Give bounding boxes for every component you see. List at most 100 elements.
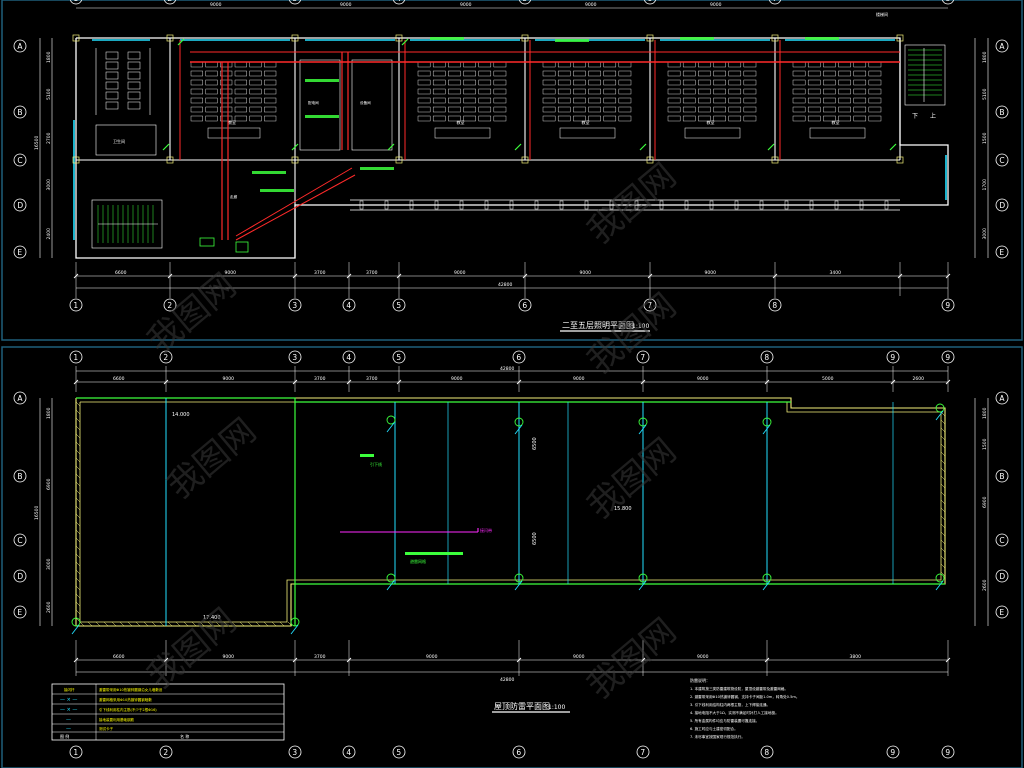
stair-note: 楼梯间 xyxy=(876,11,888,17)
desk xyxy=(868,97,882,104)
parapet-hatch xyxy=(75,585,81,591)
parapet-hatch xyxy=(940,539,946,545)
desk xyxy=(868,70,882,77)
podium xyxy=(809,127,866,139)
desk xyxy=(557,88,571,95)
desk xyxy=(807,97,821,104)
desk xyxy=(618,79,632,86)
top-axis-bubble-bottom-4-label: 5 xyxy=(396,301,401,310)
note-3: 3. 引下线利用结构柱内两根主筋，上下焊接连通。 xyxy=(690,702,770,707)
desk xyxy=(603,79,617,86)
desk xyxy=(478,97,492,104)
top-dim-total: 42800 xyxy=(498,282,512,288)
desk xyxy=(603,61,617,68)
legend-row-4-text: 接地装置利用基础钢筋 xyxy=(99,717,134,722)
legend-row-2-symbol: — × — xyxy=(60,697,77,703)
desk xyxy=(713,97,726,104)
parapet-hatch xyxy=(239,621,245,627)
roof-right-dim-3: 2600 xyxy=(982,579,988,591)
top-axis-bubble-top-3-label: 4 xyxy=(396,0,401,3)
desk xyxy=(807,88,821,95)
desk xyxy=(618,61,632,68)
mesh-label-3: 避雷网格 xyxy=(410,558,426,564)
roof-axis-bubble-bottom-0-label: 1 xyxy=(73,748,78,757)
desk xyxy=(249,79,262,86)
watermark-6: 我图网 xyxy=(580,611,684,707)
roof-right-dim-1: 1500 xyxy=(982,438,988,450)
roof-axis-bubble-bottom-1-label: 2 xyxy=(163,748,168,757)
stair-down-label: 下 xyxy=(912,113,918,120)
desk xyxy=(249,61,262,68)
parapet-hatch xyxy=(940,427,946,433)
desk xyxy=(573,97,586,104)
top-axis-bubble-top-0-label: 1 xyxy=(73,0,78,3)
parapet-hatch xyxy=(940,435,946,441)
desk xyxy=(448,97,461,104)
top-dim-upper-0: 9000 xyxy=(210,2,222,8)
desk xyxy=(603,115,617,122)
stair-up-label: 上 xyxy=(930,112,936,120)
parapet-hatch xyxy=(271,621,277,627)
parapet-hatch xyxy=(940,443,946,449)
parapet-hatch xyxy=(255,621,261,627)
desk xyxy=(478,106,492,113)
desk xyxy=(807,106,821,113)
top-axis-bubble-top-5-label: 6 xyxy=(647,0,652,3)
desk xyxy=(432,88,446,95)
desk xyxy=(264,115,277,122)
note-7: 7. 未尽事宜按国家现行规范执行。 xyxy=(690,734,745,739)
desk xyxy=(728,79,742,86)
roof-plan-title: 屋顶防雷平面图 xyxy=(494,701,550,711)
desk xyxy=(618,115,632,122)
desk xyxy=(542,97,556,104)
desk xyxy=(682,61,696,68)
parapet-hatch xyxy=(940,483,946,489)
desk xyxy=(573,70,586,77)
roof-dim-lower-6: 3800 xyxy=(850,654,862,660)
desk xyxy=(823,79,836,86)
roof-axis-bubble-right-3-label: D xyxy=(999,572,1005,581)
desk xyxy=(205,88,218,95)
roof-axis-bubble-bottom-5-label: 6 xyxy=(516,748,521,757)
desk xyxy=(448,79,461,86)
desk xyxy=(682,88,696,95)
podium xyxy=(559,127,616,139)
parapet-hatch xyxy=(75,489,81,495)
toilet-stall-l xyxy=(105,71,119,80)
desk xyxy=(713,88,726,95)
desk xyxy=(603,70,617,77)
top-plan-lighting-wires xyxy=(162,37,900,253)
roof-left-total: 16500 xyxy=(34,506,40,520)
desk xyxy=(190,79,203,86)
roof-dim-upper-4: 9000 xyxy=(451,376,463,382)
parapet-hatch xyxy=(279,621,285,627)
utility-label-2: 设备间 xyxy=(360,100,371,105)
top-axis-bubble-left-4-label: E xyxy=(17,248,22,257)
top-axis-bubble-right-3-label: D xyxy=(999,201,1005,210)
desk xyxy=(667,106,681,113)
desk xyxy=(743,70,757,77)
desk xyxy=(205,106,218,113)
roof-dim-upper-8: 2600 xyxy=(913,376,925,382)
top-axis-bubble-right-4-label: E xyxy=(999,248,1004,257)
roof-dim-lower-1: 9000 xyxy=(223,654,235,660)
roof-axis-bubble-top-4-label: 5 xyxy=(396,353,401,362)
parapet-hatch xyxy=(75,481,81,487)
desk xyxy=(264,70,277,77)
desk xyxy=(249,88,262,95)
parapet-hatch xyxy=(75,473,81,479)
parapet-hatch xyxy=(79,621,85,627)
desk xyxy=(728,97,742,104)
desk xyxy=(432,106,446,113)
top-frame xyxy=(1,0,1023,341)
parapet-hatch xyxy=(111,621,117,627)
desk xyxy=(728,115,742,122)
top-dim-lower-1: 9000 xyxy=(225,270,237,276)
washroom xyxy=(95,124,157,156)
desk xyxy=(493,115,507,122)
parapet-hatch xyxy=(75,537,81,543)
roof-dim-total: 42800 xyxy=(500,366,514,372)
desk xyxy=(588,106,601,113)
desk xyxy=(542,79,556,86)
top-left-dim-4: 2400 xyxy=(46,228,52,240)
